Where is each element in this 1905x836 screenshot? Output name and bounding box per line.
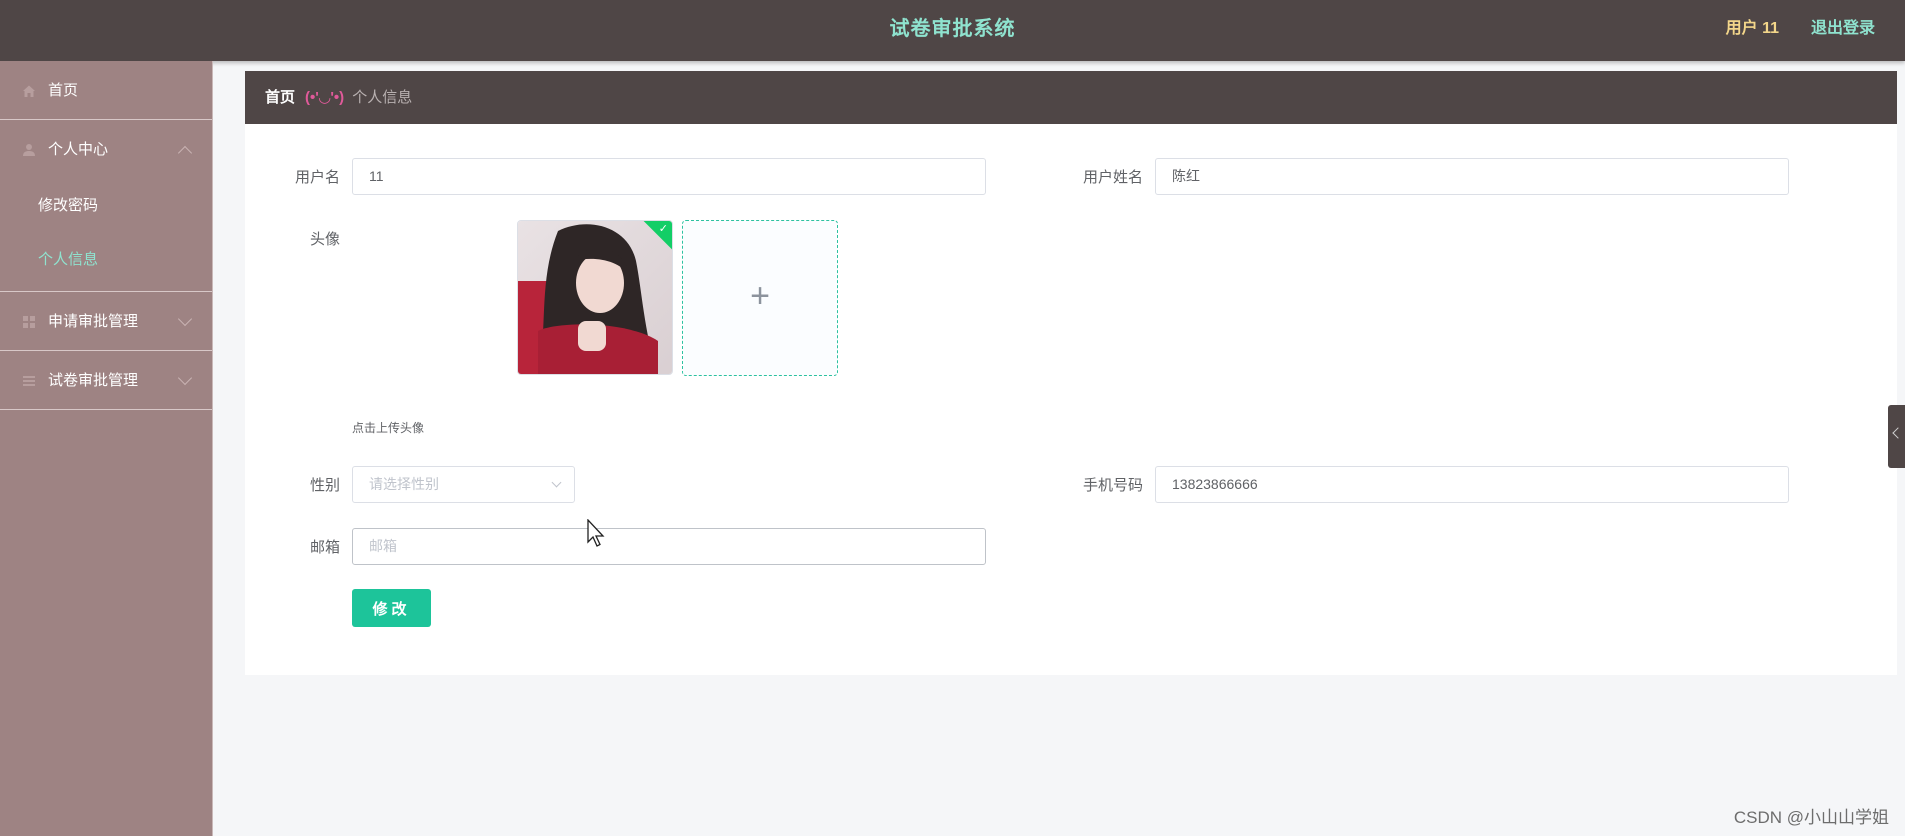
breadcrumb-current: 个人信息 <box>352 89 413 106</box>
sidebar-item-label: 申请审批管理 <box>48 313 139 330</box>
sidebar-item-label: 首页 <box>48 82 79 99</box>
chevron-down-icon <box>177 370 193 386</box>
sidebar-item-personal-center[interactable]: 个人中心 <box>0 120 212 179</box>
current-user-label: 用户 11 <box>1725 20 1779 37</box>
check-icon: ✓ <box>658 223 668 235</box>
sidebar-subitem-change-password[interactable]: 修改密码 <box>0 179 212 233</box>
breadcrumb-separator: (•'◡'•) <box>305 89 345 106</box>
plus-icon: + <box>750 277 770 315</box>
chevron-left-icon <box>1892 427 1904 439</box>
watermark: CSDN @小山山学姐 <box>1733 808 1889 827</box>
gender-select-placeholder: 请选择性别 <box>369 476 439 492</box>
avatar-upload-hint: 点击上传头像 <box>352 421 425 435</box>
chevron-down-icon <box>551 477 562 488</box>
right-drawer-toggle[interactable] <box>1888 405 1905 468</box>
avatar-label: 头像 <box>309 231 340 248</box>
chevron-down-icon <box>177 311 193 327</box>
breadcrumb-home[interactable]: 首页 <box>265 89 295 106</box>
avatar-thumbnail[interactable]: ✓ <box>517 220 673 375</box>
sidebar-item-home[interactable]: 首页 <box>0 61 212 120</box>
gender-label: 性别 <box>309 477 340 494</box>
sidebar-item-exam-approval[interactable]: 试卷审批管理 <box>0 351 212 410</box>
gender-select[interactable]: 请选择性别 <box>352 466 575 503</box>
sidebar-item-application-approval[interactable]: 申请审批管理 <box>0 292 212 351</box>
app-title: 试卷审批系统 <box>889 18 1016 40</box>
chevron-up-icon <box>177 145 193 161</box>
mouse-cursor-icon <box>587 519 605 547</box>
email-label: 邮箱 <box>309 539 340 556</box>
list-icon <box>23 376 35 386</box>
submit-update-button[interactable]: 修改 <box>352 589 431 627</box>
sidebar-subitem-personal-info[interactable]: 个人信息 <box>0 233 212 287</box>
breadcrumb: 首页 (•'◡'•) 个人信息 <box>245 71 1897 124</box>
top-header: 试卷审批系统 用户 11 退出登录 <box>0 0 1905 61</box>
username-label: 用户名 <box>294 169 340 186</box>
sidebar-item-label: 个人中心 <box>48 141 109 158</box>
realname-label: 用户姓名 <box>1082 169 1143 186</box>
phone-label: 手机号码 <box>1082 477 1143 494</box>
user-icon <box>23 144 35 156</box>
personal-center-submenu: 修改密码 个人信息 <box>0 179 212 292</box>
phone-input[interactable]: 13823866666 <box>1155 466 1789 503</box>
logout-link[interactable]: 退出登录 <box>1811 0 1875 58</box>
email-input[interactable]: 邮箱 <box>352 528 986 565</box>
personal-info-form <box>245 124 1897 675</box>
username-input[interactable]: 11 <box>352 158 986 195</box>
sidebar-item-label: 试卷审批管理 <box>48 372 139 389</box>
sidebar: 首页 个人中心 修改密码 个人信息 申请审批管理 试卷审批管理 <box>0 61 213 836</box>
home-icon <box>23 85 35 97</box>
avatar-upload-button[interactable]: + <box>682 220 838 376</box>
realname-input[interactable]: 陈红 <box>1155 158 1789 195</box>
grid-icon <box>23 316 35 328</box>
avatar-photo <box>518 221 672 374</box>
